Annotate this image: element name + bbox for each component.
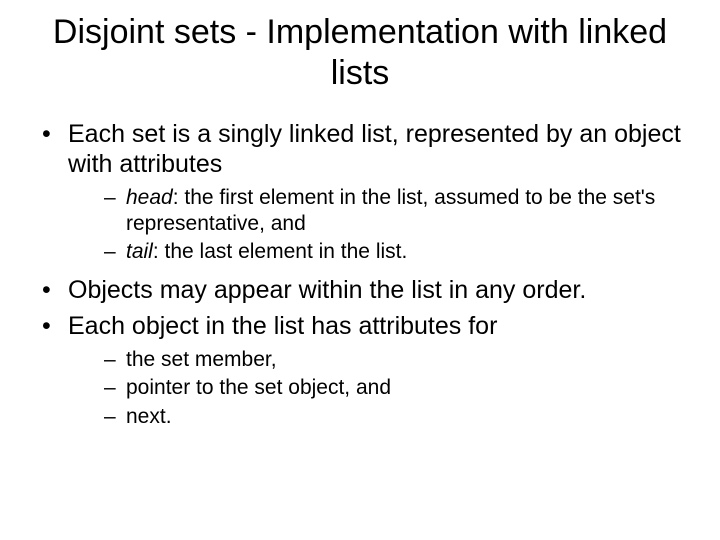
sub-item-emph: tail bbox=[126, 240, 153, 263]
list-item: Each set is a singly linked list, repres… bbox=[36, 119, 684, 265]
sub-item-text: : the last element in the list. bbox=[153, 240, 407, 263]
bullet-text: Each object in the list has attributes f… bbox=[68, 312, 497, 340]
sub-item-emph: head bbox=[126, 186, 173, 209]
slide-title: Disjoint sets - Implementation with link… bbox=[36, 12, 684, 95]
sub-item-text: the set member, bbox=[126, 348, 277, 371]
sub-list: head: the first element in the list, ass… bbox=[68, 185, 684, 265]
sub-item: head: the first element in the list, ass… bbox=[104, 185, 684, 236]
sub-list: the set member, pointer to the set objec… bbox=[68, 347, 684, 430]
bullet-text: Each set is a singly linked list, repres… bbox=[68, 120, 681, 178]
sub-item: the set member, bbox=[104, 347, 684, 373]
sub-item: next. bbox=[104, 404, 684, 430]
slide: { "title": "Disjoint sets - Implementati… bbox=[0, 0, 720, 540]
sub-item-text: pointer to the set object, and bbox=[126, 376, 391, 399]
sub-item: tail: the last element in the list. bbox=[104, 239, 684, 265]
bullet-text: Objects may appear within the list in an… bbox=[68, 276, 586, 304]
list-item: Each object in the list has attributes f… bbox=[36, 311, 684, 430]
sub-item-text: : the first element in the list, assumed… bbox=[126, 186, 655, 235]
sub-item: pointer to the set object, and bbox=[104, 375, 684, 401]
bullet-list: Each set is a singly linked list, repres… bbox=[36, 119, 684, 430]
list-item: Objects may appear within the list in an… bbox=[36, 275, 684, 305]
sub-item-text: next. bbox=[126, 405, 172, 428]
